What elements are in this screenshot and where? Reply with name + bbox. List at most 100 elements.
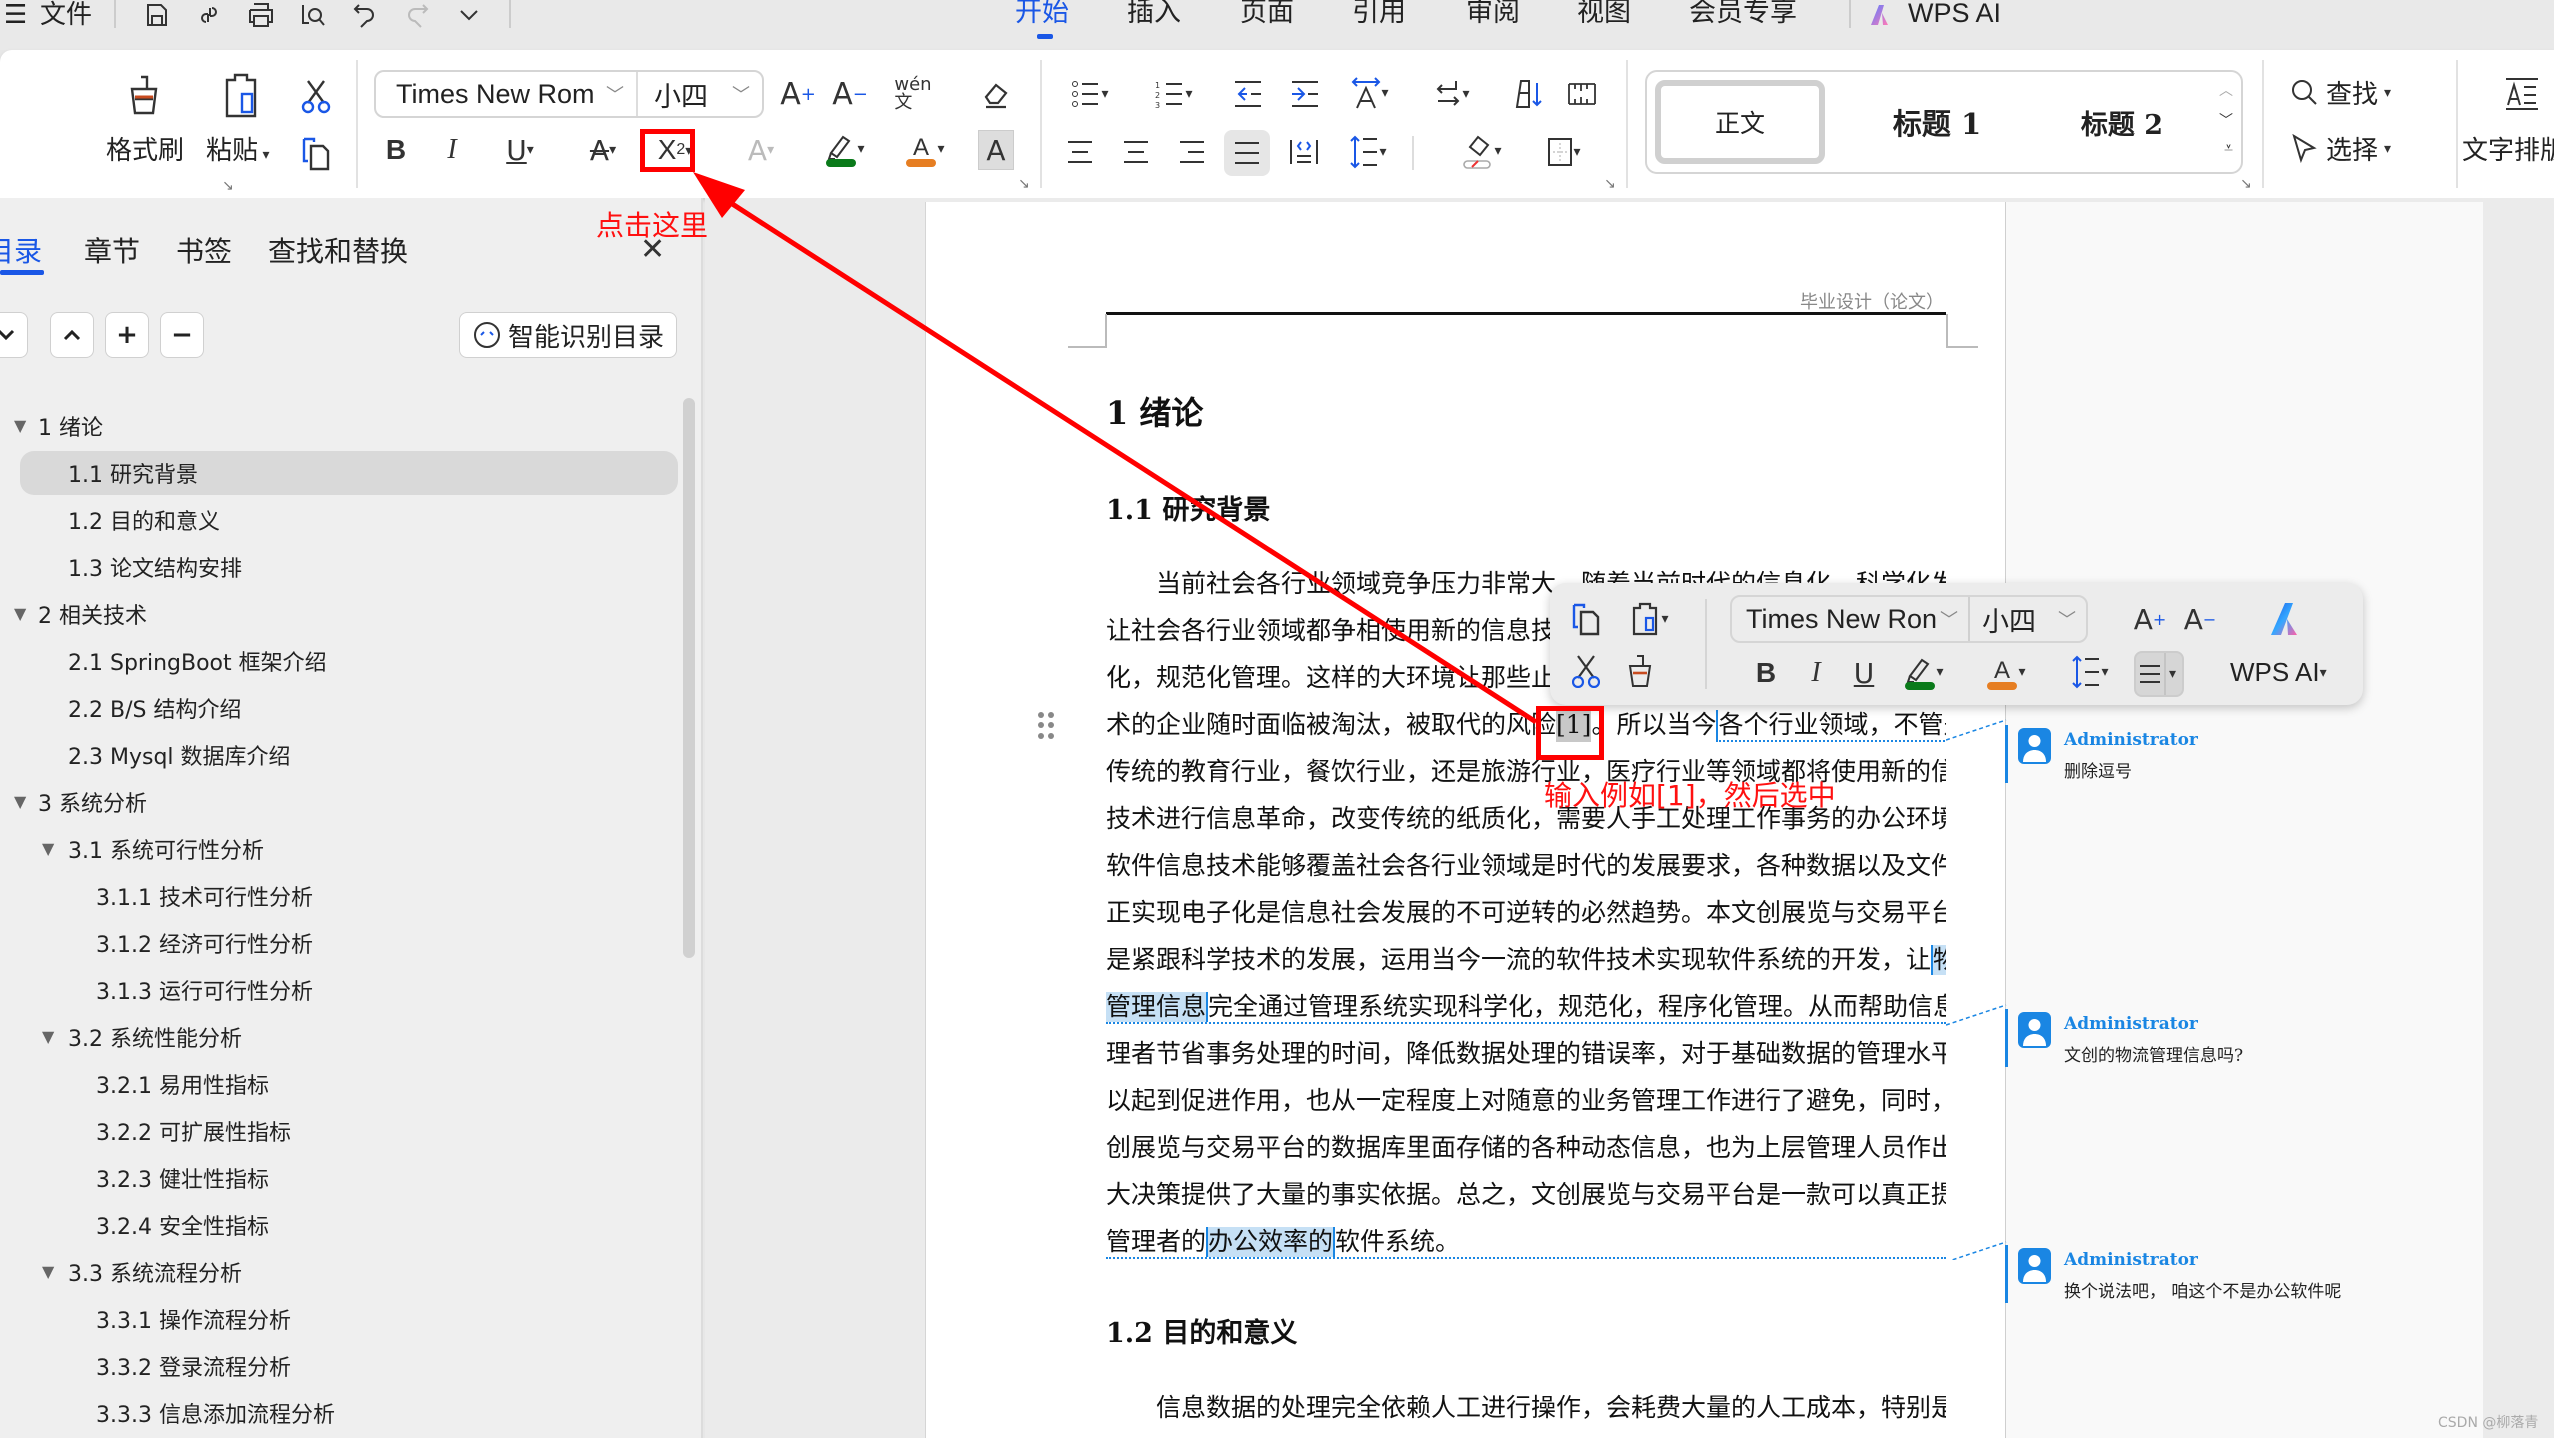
expand-triangle-icon[interactable]: ▼ bbox=[14, 792, 26, 811]
expand-triangle-icon[interactable]: ▼ bbox=[42, 839, 54, 858]
more-chevron-icon[interactable] bbox=[452, 0, 486, 30]
borders-button[interactable]: ▾ bbox=[1536, 130, 1592, 174]
alignment-button[interactable]: ▾ bbox=[2134, 651, 2184, 697]
bold-button[interactable]: B bbox=[380, 130, 412, 170]
style-heading-2[interactable]: 标题 2 bbox=[2047, 80, 2197, 164]
toc-item[interactable]: 3.3.3 信息添加流程分析 bbox=[96, 1391, 678, 1435]
toc-item[interactable]: 3.2.1 易用性指标 bbox=[96, 1062, 678, 1106]
clear-formatting-icon[interactable] bbox=[976, 74, 1016, 114]
underline-button[interactable]: U ▾ bbox=[495, 130, 545, 170]
tab-review[interactable]: 审阅 bbox=[1466, 0, 1520, 26]
cut-icon[interactable] bbox=[296, 74, 336, 118]
toc-item[interactable]: 3.2.2 可扩展性指标 bbox=[96, 1109, 678, 1153]
toc-item[interactable]: 3.1.2 经济可行性分析 bbox=[96, 921, 678, 965]
align-left-button[interactable] bbox=[1060, 132, 1100, 172]
align-right-button[interactable] bbox=[1172, 132, 1212, 172]
paste-icon[interactable] bbox=[218, 70, 268, 120]
paste-button[interactable]: ▾ bbox=[1620, 599, 1680, 639]
copy-icon[interactable] bbox=[1566, 599, 1606, 639]
file-menu[interactable]: 文件 bbox=[40, 0, 92, 30]
wps-ai-button[interactable]: WPS AI ▾ bbox=[2230, 657, 2327, 688]
ruler-toggle-button[interactable] bbox=[1562, 74, 1602, 114]
nav-tab-bookmarks[interactable]: 书签 bbox=[176, 230, 232, 270]
expand-triangle-icon[interactable]: ▼ bbox=[42, 1262, 54, 1281]
nav-tab-toc[interactable]: 目录 bbox=[0, 230, 42, 270]
increase-indent-button[interactable] bbox=[1285, 74, 1325, 114]
shrink-font-icon[interactable]: A − bbox=[2182, 599, 2218, 639]
styles-scroll-up-icon[interactable]: ︿ bbox=[2219, 80, 2233, 100]
toc-item[interactable]: 2 相关技术 bbox=[38, 592, 678, 636]
smart-recognize-toc-button[interactable]: 智能识别目录 bbox=[459, 312, 677, 358]
comment-card[interactable]: Administrator 换个说法吧， 咱这个不是办公软件呢 bbox=[2005, 1245, 2483, 1305]
alignment-dropdown-icon[interactable]: ▾ bbox=[2166, 666, 2176, 682]
toc-item[interactable]: 3.2.3 健壮性指标 bbox=[96, 1156, 678, 1200]
bullet-list-button[interactable]: ▾ bbox=[1062, 74, 1118, 114]
character-shading-button[interactable]: A bbox=[978, 130, 1014, 170]
link-icon[interactable] bbox=[192, 0, 226, 30]
sort-button[interactable] bbox=[1508, 74, 1548, 114]
numbered-list-button[interactable]: 1 2 3 ▾ bbox=[1146, 74, 1202, 114]
toc-item[interactable]: 3 系统分析 bbox=[38, 780, 678, 824]
tab-view[interactable]: 视图 bbox=[1577, 0, 1631, 26]
text-direction-button[interactable]: ▾ bbox=[1424, 74, 1480, 114]
highlight-button[interactable]: ▾ bbox=[815, 126, 875, 172]
undo-icon[interactable] bbox=[348, 0, 382, 30]
toc-item[interactable]: 1.3 论文结构安排 bbox=[68, 545, 678, 589]
expand-down-button[interactable] bbox=[0, 312, 28, 358]
comment-card[interactable]: Administrator 删除逗号 bbox=[2005, 725, 2483, 785]
commented-text[interactable]: 管理信息 bbox=[1106, 992, 1209, 1022]
character-spacing-button[interactable]: ▾ bbox=[1342, 70, 1398, 116]
tab-page[interactable]: 页面 bbox=[1240, 0, 1294, 26]
mini-font-name-select[interactable]: Times New Ron ﹀ bbox=[1732, 597, 1970, 641]
expand-triangle-icon[interactable]: ▼ bbox=[14, 416, 26, 435]
font-color-button[interactable]: A ▾ bbox=[1976, 649, 2036, 695]
italic-button[interactable]: I bbox=[1800, 653, 1832, 693]
grow-font-icon[interactable]: A + bbox=[2132, 599, 2168, 639]
toc-item[interactable]: 3.1.1 技术可行性分析 bbox=[96, 874, 678, 918]
format-painter-icon[interactable] bbox=[1620, 651, 1660, 691]
redo-icon[interactable] bbox=[400, 0, 434, 30]
style-heading-1[interactable]: 标题 1 bbox=[1847, 80, 2027, 164]
hamburger-menu-icon[interactable]: ☰ bbox=[4, 0, 27, 30]
toc-item[interactable]: 3.3.2 登录流程分析 bbox=[96, 1344, 678, 1388]
nav-scrollbar[interactable] bbox=[683, 398, 695, 958]
grow-font-icon[interactable]: A + bbox=[780, 74, 816, 114]
format-painter-icon[interactable] bbox=[122, 70, 166, 120]
expand-triangle-icon[interactable]: ▼ bbox=[42, 1027, 54, 1046]
toc-item[interactable]: 2.1 SpringBoot 框架介绍 bbox=[68, 639, 678, 683]
comment-card[interactable]: Administrator 文创的物流管理信息吗? bbox=[2005, 1009, 2483, 1069]
distributed-align-button[interactable] bbox=[1284, 132, 1324, 172]
clipboard-dialog-launcher-icon[interactable]: ↘ bbox=[222, 178, 234, 194]
font-name-select[interactable]: Times New Rom ﹀ bbox=[376, 72, 638, 116]
print-preview-icon[interactable] bbox=[296, 0, 330, 30]
drag-handle-icon[interactable] bbox=[1038, 712, 1054, 740]
toc-item[interactable]: 3.2 系统性能分析 bbox=[68, 1015, 678, 1059]
underline-button[interactable]: U bbox=[1848, 653, 1880, 693]
mini-font-size-select[interactable]: 小四 ﹀ bbox=[1970, 597, 2086, 641]
tab-member[interactable]: 会员专享 bbox=[1689, 0, 1797, 26]
find-button[interactable]: 查找 ▾ bbox=[2290, 74, 2391, 111]
toc-item[interactable]: 3.1.3 运行可行性分析 bbox=[96, 968, 678, 1012]
print-icon[interactable] bbox=[244, 0, 278, 30]
styles-scroll-down-icon[interactable]: ﹀ bbox=[2219, 110, 2233, 130]
nav-tab-find-replace[interactable]: 查找和替换 bbox=[268, 230, 408, 270]
expand-triangle-icon[interactable]: ▼ bbox=[14, 604, 26, 623]
toc-item[interactable]: 3.1 系统可行性分析 bbox=[68, 827, 678, 871]
toc-item[interactable]: 3.3.1 操作流程分析 bbox=[96, 1297, 678, 1341]
font-size-select[interactable]: 小四 ﹀ bbox=[638, 72, 762, 116]
toc-item[interactable]: 3.3 系统流程分析 bbox=[68, 1250, 678, 1294]
collapse-up-button[interactable] bbox=[50, 312, 94, 358]
highlight-button[interactable]: ▾ bbox=[1894, 649, 1954, 695]
add-heading-button[interactable]: + bbox=[105, 312, 149, 358]
italic-button[interactable]: I bbox=[436, 130, 468, 170]
text-layout-label[interactable]: 文字排版 bbox=[2462, 130, 2554, 167]
remove-heading-button[interactable]: − bbox=[160, 312, 204, 358]
toc-item[interactable]: 2.2 B/S 结构介绍 bbox=[68, 686, 678, 730]
tab-references[interactable]: 引用 bbox=[1352, 0, 1406, 26]
justify-button[interactable] bbox=[1224, 130, 1270, 176]
nav-tab-chapters[interactable]: 章节 bbox=[84, 230, 140, 270]
paste-dropdown-icon[interactable]: ▾ bbox=[258, 147, 269, 163]
text-effect-button[interactable]: A ▾ bbox=[733, 130, 789, 170]
toc-item[interactable]: 1.1 研究背景 bbox=[20, 451, 678, 495]
cut-icon[interactable] bbox=[1566, 651, 1606, 691]
